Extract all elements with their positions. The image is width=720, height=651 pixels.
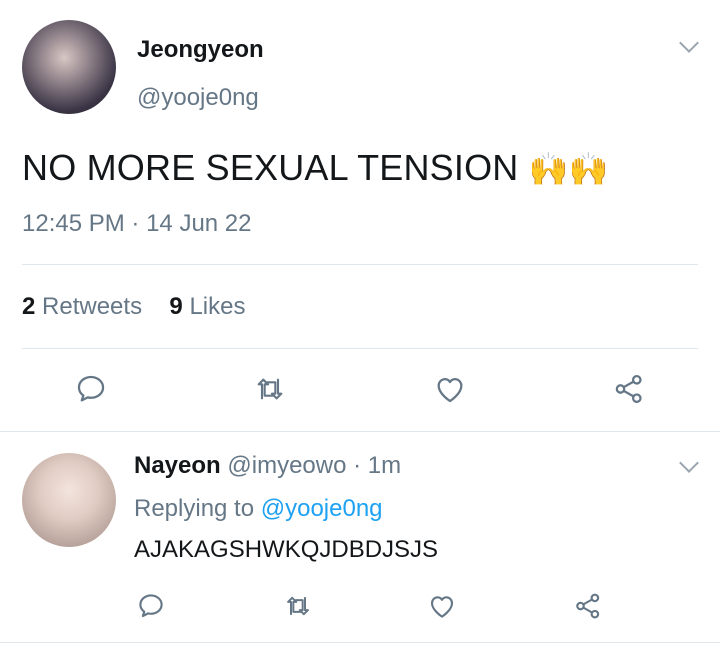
reply-author-name[interactable]: Nayeon: [134, 452, 221, 479]
reply-icon[interactable]: [136, 591, 166, 621]
likes-count: 9: [169, 293, 183, 320]
divider: [22, 264, 698, 265]
reply-icon[interactable]: [74, 372, 108, 406]
reply-author-avatar[interactable]: [22, 453, 116, 547]
heart-icon[interactable]: [433, 372, 467, 406]
replying-to-handle[interactable]: @yooje0ng: [261, 495, 383, 522]
share-icon[interactable]: [573, 591, 603, 621]
divider: [0, 642, 720, 643]
author-handle[interactable]: @yooje0ng: [137, 84, 259, 112]
author-avatar[interactable]: [22, 20, 116, 114]
retweet-icon[interactable]: [252, 373, 288, 405]
tweet-text-content: NO MORE SEXUAL TENSION: [22, 147, 519, 188]
chevron-down-icon[interactable]: [679, 33, 699, 53]
tweet-timestamp: 12:45 PM · 14 Jun 22: [22, 210, 252, 238]
divider: [22, 348, 698, 349]
chevron-down-icon[interactable]: [679, 453, 699, 473]
tweet-text: NO MORE SEXUAL TENSION 🙌🙌: [22, 147, 609, 189]
retweets-count: 2: [22, 293, 36, 320]
tweet-time: 12:45 PM: [22, 210, 125, 237]
replying-to-label: Replying to: [134, 495, 255, 522]
retweets-stat[interactable]: 2 Retweets: [22, 293, 149, 320]
divider: [0, 431, 720, 432]
heart-icon[interactable]: [427, 591, 457, 621]
raised-hands-emoji: 🙌🙌: [528, 151, 609, 187]
likes-stat[interactable]: 9 Likes: [169, 293, 245, 320]
retweets-label: Retweets: [42, 293, 143, 320]
reply-text: AJAKAGSHWKQJDBDJSJS: [134, 536, 439, 563]
reply-time: 1m: [367, 452, 402, 479]
likes-label: Likes: [189, 293, 246, 320]
replying-to: Replying to @yooje0ng: [134, 495, 383, 523]
retweet-icon[interactable]: [282, 592, 314, 620]
share-icon[interactable]: [612, 372, 646, 406]
reply-author-handle[interactable]: @imyeowo: [227, 452, 346, 479]
tweet-date: 14 Jun 22: [146, 210, 252, 237]
author-name[interactable]: Jeongyeon: [137, 36, 264, 64]
meta-separator: ·: [131, 210, 140, 237]
tweet-stats: 2 Retweets 9 Likes: [22, 293, 245, 321]
reply-header: Nayeon @imyeowo · 1m: [134, 452, 401, 480]
meta-separator: ·: [353, 452, 362, 479]
